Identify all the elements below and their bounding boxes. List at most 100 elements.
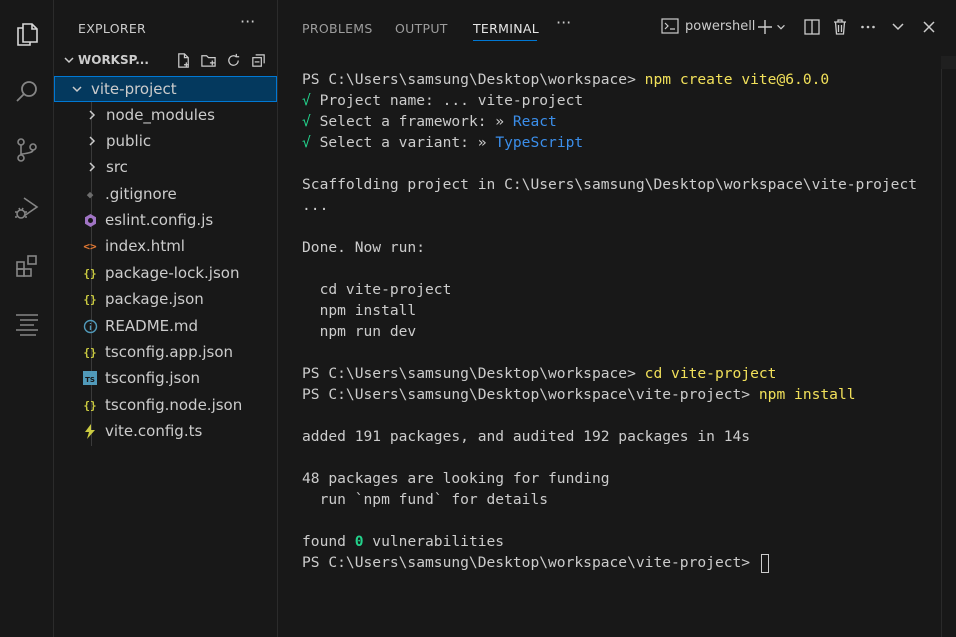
info-icon [82,318,98,334]
tree-item-label: public [106,132,152,150]
line-text: vulnerabilities [363,533,505,550]
typescript-icon: TS [82,370,98,386]
workspace-label: WORKSP... [78,53,149,67]
explorer-more-icon[interactable]: ··· [240,12,255,31]
tree-file-tsconfig-node-json[interactable]: {} tsconfig.node.json [54,392,277,418]
chevron-down-icon [62,53,76,71]
json-icon: {} [83,345,97,359]
terminal-line: PS C:\Users\samsung\Desktop\workspace> n… [302,69,829,90]
chevron-down-icon[interactable] [774,17,788,37]
svg-text:TS: TS [85,376,95,384]
terminal-line: found 0 vulnerabilities [302,531,504,552]
tree-item-label: package-lock.json [105,264,240,282]
prompt: PS C:\Users\samsung\Desktop\workspace> [302,365,645,382]
split-terminal-icon[interactable] [802,17,822,37]
chevron-right-icon [84,108,100,122]
refresh-icon[interactable] [225,52,242,69]
tree-item-label: tsconfig.app.json [105,343,234,361]
terminal-shell-label: powershell [685,18,756,34]
terminal-line: npm run dev [302,323,417,340]
tree-item-label: node_modules [106,106,215,124]
tree-folder-src[interactable]: src [54,154,277,180]
panel-more-icon[interactable]: ··· [556,13,571,32]
chevron-down-icon [69,82,85,96]
tree-folder-node-modules[interactable]: node_modules [54,102,277,128]
terminal-output[interactable]: PS C:\Users\samsung\Desktop\workspace> n… [278,56,941,637]
tree-item-label: eslint.config.js [105,211,214,229]
maximize-panel-icon[interactable] [888,17,908,37]
prompt: PS C:\Users\samsung\Desktop\workspace> [302,71,645,88]
command: npm install [758,386,856,403]
tree-file-tsconfig-app-json[interactable]: {} tsconfig.app.json [54,339,277,365]
tree-file-package-lock-json[interactable]: {} package-lock.json [54,260,277,286]
tree-item-label: vite-project [91,80,177,98]
new-terminal-icon[interactable] [755,17,775,37]
vite-icon [82,423,98,439]
json-icon: {} [83,292,97,306]
terminal-line: √ Select a framework: » React [302,111,557,132]
prompt: PS C:\Users\samsung\Desktop\workspace\vi… [302,386,759,403]
tree-file-package-json[interactable]: {} package.json [54,286,277,312]
line-text: Select a framework: » [310,113,513,130]
check-icon: √ [302,113,311,130]
tree-item-label: tsconfig.node.json [105,396,243,414]
tree-folder-vite-project[interactable]: vite-project [54,76,277,102]
trash-icon[interactable] [830,17,850,37]
more-actions-icon[interactable] [858,17,878,37]
json-icon: {} [83,266,97,280]
tree-file-eslint-config[interactable]: eslint.config.js [54,207,277,233]
tab-problems[interactable]: PROBLEMS [302,21,373,36]
terminal-line: Done. Now run: [302,239,426,256]
command: cd vite-project [644,365,777,382]
terminal-instance-selector[interactable]: powershell [661,18,755,34]
workspace-section-header[interactable]: WORKSP... [54,50,277,72]
line-text: found [302,533,355,550]
terminal-line: PS C:\Users\samsung\Desktop\workspace\vi… [302,552,769,573]
extensions-icon[interactable] [0,244,54,288]
collapse-all-icon[interactable] [250,52,267,69]
explorer-toolbar [175,52,267,69]
tree-file-readme[interactable]: README.md [54,313,277,339]
terminal-scrollbar[interactable] [941,69,956,637]
git-icon: ◆ [86,187,94,201]
outline-icon[interactable] [0,302,54,346]
tree-file-gitignore[interactable]: ◆ .gitignore [54,181,277,207]
tab-terminal[interactable]: TERMINAL [473,21,539,36]
terminal-line: ... [302,197,329,214]
tree-item-label: tsconfig.json [105,369,201,387]
terminal-line: added 191 packages, and audited 192 pack… [302,428,751,445]
tree-item-label: src [106,158,128,176]
search-icon[interactable] [0,70,54,114]
framework-value: React [512,113,557,130]
terminal-line: √ Project name: ... vite-project [302,90,583,111]
terminal-line: Scaffolding project in C:\Users\samsung\… [302,176,918,193]
line-text: Select a variant: » [310,134,496,151]
explorer-icon[interactable] [0,12,54,56]
terminal-line: run `npm fund` for details [302,491,549,508]
tree-file-tsconfig-json[interactable]: TS tsconfig.json [54,365,277,391]
chevron-right-icon [84,160,100,174]
prompt: PS C:\Users\samsung\Desktop\workspace\vi… [302,554,759,571]
vulnerability-count: 0 [354,533,364,550]
tree-item-label: vite.config.ts [105,422,203,440]
variant-value: TypeScript [495,134,584,151]
new-file-icon[interactable] [175,52,192,69]
tree-file-index-html[interactable]: <> index.html [54,233,277,259]
tab-output[interactable]: OUTPUT [395,21,448,36]
line-text: Project name: ... vite-project [310,92,584,109]
check-icon: √ [302,92,311,109]
tree-folder-public[interactable]: public [54,128,277,154]
tree-item-label: README.md [105,317,199,335]
run-debug-icon[interactable] [0,186,54,230]
active-tab-indicator [473,40,537,41]
new-folder-icon[interactable] [200,52,217,69]
terminal-line: 48 packages are looking for funding [302,470,610,487]
check-icon: √ [302,134,311,151]
command: npm create vite@6.0.0 [644,71,830,88]
tree-item-label: index.html [105,237,185,255]
source-control-icon[interactable] [0,128,54,172]
tree-file-vite-config[interactable]: vite.config.ts [54,418,277,444]
activity-bar [0,0,54,637]
close-panel-icon[interactable] [919,17,939,37]
chevron-right-icon [84,134,100,148]
